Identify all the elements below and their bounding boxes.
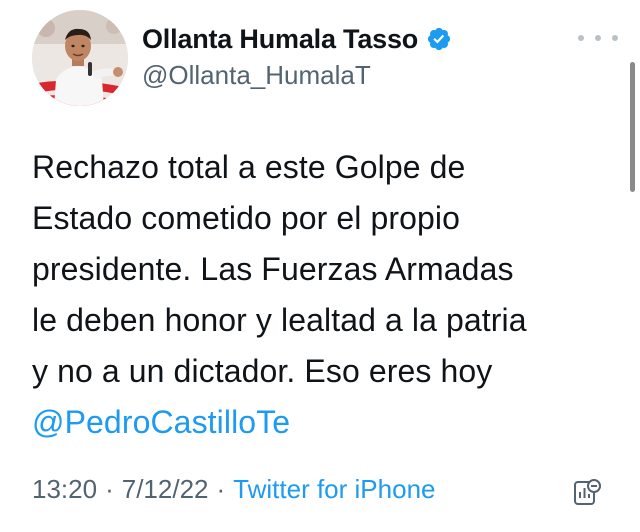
tweet-date[interactable]: 7/12/22 bbox=[122, 474, 209, 505]
tweet-time[interactable]: 13:20 bbox=[32, 474, 97, 505]
meta-separator: · bbox=[105, 474, 114, 504]
more-dots-icon[interactable] bbox=[578, 26, 618, 50]
author-handle[interactable]: @Ollanta_HumalaT bbox=[142, 60, 371, 91]
scrollbar[interactable] bbox=[630, 62, 635, 192]
tweet-text-line: Rechazo total a este Golpe de bbox=[32, 149, 466, 185]
tweet-text-line: y no a un dictador. Eso eres hoy bbox=[32, 353, 493, 389]
mention-link[interactable]: @PedroCastilloTe bbox=[32, 397, 622, 448]
author-display-name[interactable]: Ollanta Humala Tasso bbox=[142, 24, 418, 55]
avatar-photo bbox=[32, 10, 128, 106]
verified-badge-icon bbox=[426, 26, 452, 52]
view-analytics-icon[interactable] bbox=[572, 478, 602, 508]
avatar[interactable] bbox=[32, 10, 128, 106]
tweet-text: Rechazo total a este Golpe de Estado com… bbox=[32, 142, 622, 448]
tweet-metadata: 13:20 · 7/12/22 · Twitter for iPhone bbox=[32, 474, 435, 505]
tweet-source-link[interactable]: Twitter for iPhone bbox=[233, 474, 435, 505]
tweet-text-line: le deben honor y lealtad a la patria bbox=[32, 302, 527, 338]
tweet-card: Ollanta Humala Tasso @Ollanta_HumalaT Re… bbox=[0, 0, 640, 532]
author-name-row[interactable]: Ollanta Humala Tasso bbox=[142, 22, 452, 56]
meta-separator: · bbox=[216, 474, 226, 504]
tweet-text-line: presidente. Las Fuerzas Armadas bbox=[32, 251, 514, 287]
tweet-text-line: Estado cometido por el propio bbox=[32, 200, 461, 236]
